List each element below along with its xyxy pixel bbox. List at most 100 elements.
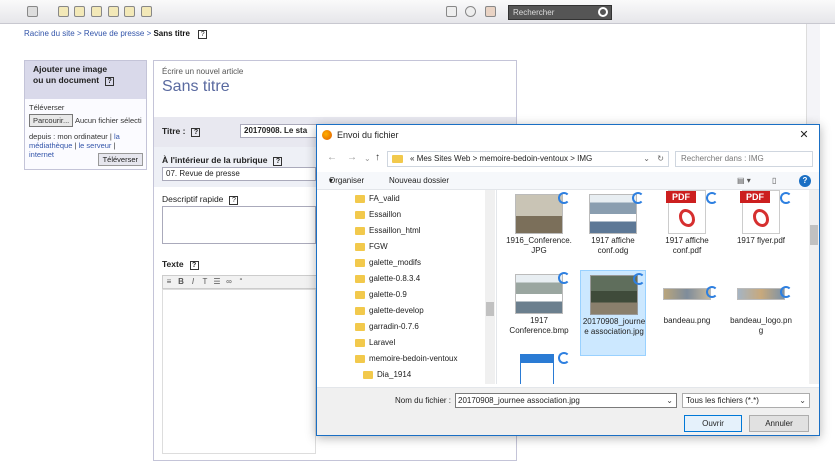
image-thumbnail [515, 274, 563, 314]
breadcrumb-current: Sans titre [153, 29, 190, 38]
cancel-button[interactable]: Annuler [749, 415, 809, 432]
texte-textarea[interactable] [162, 289, 316, 454]
tree-item[interactable]: Essaillon_html [355, 224, 421, 238]
search-icon[interactable] [598, 7, 608, 17]
quote-icon[interactable]: “ [235, 276, 247, 288]
tree-item[interactable]: FA_valid [355, 192, 400, 206]
path-segment[interactable]: memoire-bedoin-ventoux [479, 154, 568, 163]
file-upload-dialog: Envoi du fichier ✕ ← → ⌄ ↑ « Mes Sites W… [316, 124, 820, 436]
folder-icon [355, 211, 365, 219]
file-item[interactable]: 1916_Conference.JPG [506, 190, 572, 276]
path-segment[interactable]: Mes Sites Web [417, 154, 471, 163]
file-item[interactable]: PDF 1917 flyer.pdf [728, 190, 794, 276]
help-icon[interactable]: ? [189, 261, 199, 270]
help-icon[interactable]: ? [799, 175, 811, 187]
help-icon[interactable]: ? [105, 77, 115, 86]
file-item[interactable]: PDF 1917 affiche conf.pdf [654, 190, 720, 276]
help-icon[interactable]: ? [229, 196, 239, 205]
tools-icon[interactable] [108, 6, 119, 17]
browse-button[interactable]: Parcourir... [29, 114, 74, 127]
file-item[interactable]: bandeau.png [654, 270, 720, 356]
home-icon[interactable] [27, 6, 38, 17]
italic-icon[interactable]: I [187, 276, 199, 288]
tree-item[interactable]: Essaillon [355, 208, 401, 222]
user-icon[interactable] [485, 6, 496, 17]
link-serveur[interactable]: le serveur [79, 141, 112, 150]
filetype-select[interactable]: Tous les fichiers (*.*) ⌄ [682, 393, 810, 408]
tree-item[interactable]: garradin-0.7.6 [355, 320, 419, 334]
settings-icon[interactable] [141, 6, 152, 17]
view-icon[interactable]: ▤ ▾ [737, 172, 751, 190]
rubrique-label: À l'intérieur de la rubrique? [162, 155, 283, 166]
tree-item[interactable]: galette-develop [355, 304, 424, 318]
tree-scrollbar[interactable] [485, 190, 495, 384]
tree-item[interactable]: Laravel [355, 336, 395, 350]
refresh-icon[interactable]: ↻ [657, 152, 664, 166]
tree-item-label: memoire-bedoin-ventoux [369, 354, 458, 363]
bold-icon[interactable]: B [175, 276, 187, 288]
tree-item[interactable]: galette-0.8.3.4 [355, 272, 420, 286]
pane-icon[interactable]: ▯ [772, 172, 776, 190]
scroll-thumb[interactable] [486, 302, 494, 316]
text-icon[interactable]: T [199, 276, 211, 288]
up-arrow-icon[interactable]: ↑ [375, 152, 380, 163]
titre-label: Titre :? [162, 126, 201, 137]
link-icon[interactable]: ∞ [223, 276, 235, 288]
folder-icon[interactable] [74, 6, 85, 17]
filename-input[interactable]: 20170908_journee association.jpg ⌄ [455, 393, 677, 408]
tree-item[interactable]: galette_modifs [355, 256, 421, 270]
help-icon[interactable]: ? [273, 157, 283, 166]
pdf-icon: PDF [740, 190, 780, 234]
chevron-down-icon[interactable]: ⌄ [799, 394, 806, 407]
tree-item[interactable]: Dia_1914 [363, 368, 411, 382]
search-input[interactable]: Rechercher [508, 5, 612, 20]
organiser-menu[interactable]: Organiser ▾ [329, 172, 364, 190]
close-button[interactable]: ✕ [789, 125, 819, 145]
path-prefix: « [410, 154, 415, 163]
tree-item[interactable]: galette-0.9 [355, 288, 407, 302]
help-icon[interactable]: ? [191, 128, 201, 137]
file-item[interactable]: 1917 Conference.bmp [506, 270, 572, 356]
files-scrollbar[interactable] [809, 190, 819, 384]
folder-search-input[interactable]: Rechercher dans : IMG [675, 151, 813, 167]
link-internet[interactable]: internet [29, 150, 54, 159]
forward-arrow-icon[interactable]: → [347, 152, 357, 163]
breadcrumb-section[interactable]: Revue de presse [84, 29, 144, 38]
paragraph-icon[interactable]: ≡ [163, 276, 175, 288]
chevron-down-icon[interactable]: ⌄ [643, 152, 650, 166]
help-icon[interactable]: ? [198, 30, 208, 39]
address-bar[interactable]: « Mes Sites Web > memoire-bedoin-ventoux… [387, 151, 669, 167]
file-item-selected[interactable]: 20170908_journee association.jpg [580, 270, 646, 356]
sync-icon [558, 352, 570, 364]
path-segment[interactable]: IMG [577, 154, 592, 163]
document-icon[interactable] [91, 6, 102, 17]
folder-icon [355, 243, 365, 251]
breadcrumb-root[interactable]: Racine du site [24, 29, 75, 38]
chevron-down-icon[interactable]: ⌄ [666, 394, 673, 407]
scroll-thumb[interactable] [810, 225, 818, 245]
page-scrollbar[interactable] [806, 24, 820, 124]
file-item[interactable]: bandeau_logo.png [728, 270, 794, 356]
acrobat-icon [679, 209, 695, 227]
file-item[interactable] [506, 350, 572, 384]
rubrique-select[interactable]: 07. Revue de presse [162, 167, 316, 181]
upload-submit-button[interactable]: Téléverser [97, 153, 143, 166]
titre-input[interactable]: 20170908. Le sta [240, 124, 320, 138]
list-icon[interactable]: ☰ [211, 276, 223, 288]
open-button[interactable]: Ouvrir [684, 415, 742, 432]
texte-label-text: Texte [162, 259, 184, 269]
file-name: bandeau.png [663, 316, 711, 325]
chevron-down-icon[interactable]: ⌄ [364, 154, 371, 163]
edit-icon[interactable] [58, 6, 69, 17]
no-file-text: Aucun fichier sélectionné [74, 116, 142, 125]
new-folder-button[interactable]: Nouveau dossier [389, 172, 449, 190]
back-arrow-icon[interactable]: ← [327, 152, 337, 163]
descriptif-textarea[interactable] [162, 206, 316, 244]
tree-item[interactable]: FGW [355, 240, 388, 254]
image-icon[interactable] [446, 6, 457, 17]
pencil-icon[interactable] [124, 6, 135, 17]
tree-item[interactable]: memoire-bedoin-ventoux [355, 352, 458, 366]
chat-icon[interactable] [465, 6, 476, 17]
tree-item-label: Essaillon_html [369, 226, 421, 235]
file-item[interactable]: 1917 affiche conf.odg [580, 190, 646, 276]
